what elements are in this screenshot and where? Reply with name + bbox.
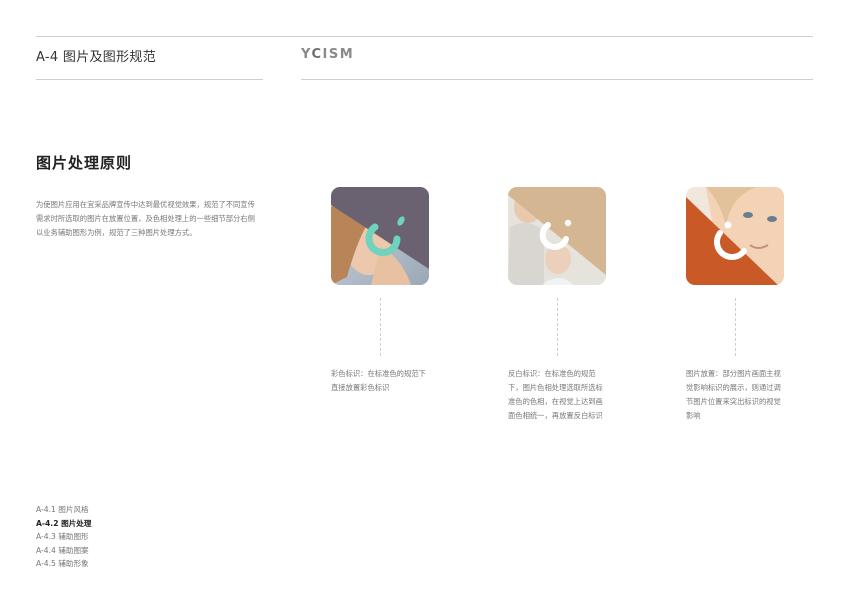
example-image-reverse-logo (508, 187, 606, 285)
section-label: A-4 图片及图形规范 (36, 50, 157, 65)
caption-color-logo: 彩色标识：在标准色的规范下直接放置彩色标识 (331, 369, 426, 392)
header-right-rule (301, 79, 813, 80)
brand-logo: YCISM (301, 47, 355, 62)
example-card-reverse-logo (508, 187, 606, 285)
header-top-rule (36, 36, 813, 37)
example-image-placement (686, 187, 784, 285)
header-left-rule (36, 79, 263, 80)
nav-item-auxiliary-figure[interactable]: A-4.5 辅助形象 (36, 557, 92, 571)
example-image-color-logo (331, 187, 429, 285)
section-nav: A-4.1 图片风格 A-4.2 图片处理 A-4.3 辅助图形 A-4.4 辅… (36, 503, 92, 571)
example-card-image-placement (686, 187, 784, 285)
intro-paragraph: 为使图片应用在宜采品牌宣传中达到最优视觉效果，规范了不同宣传需求时所选取的图片在… (36, 200, 255, 237)
example-card-color-logo (331, 187, 429, 285)
nav-item-image-processing[interactable]: A-4.2 图片处理 (36, 517, 92, 531)
caption-image-placement: 图片放置：部分图片画面主视觉影响标识的展示，则通过调节图片位置来突出标识的视觉影… (686, 369, 781, 420)
connector-line-1 (380, 298, 381, 356)
connector-line-2 (557, 298, 558, 356)
connector-line-3 (735, 298, 736, 356)
nav-item-image-style[interactable]: A-4.1 图片风格 (36, 503, 92, 517)
caption-reverse-logo: 反白标识：在标准色的规范下，图片色相处理选取所选标准色的色相，在视觉上达到画面色… (508, 369, 603, 420)
nav-item-auxiliary-graphics[interactable]: A-4.3 辅助图形 (36, 530, 92, 544)
page-title: 图片处理原则 (36, 154, 133, 172)
nav-item-auxiliary-patterns[interactable]: A-4.4 辅助图案 (36, 544, 92, 558)
